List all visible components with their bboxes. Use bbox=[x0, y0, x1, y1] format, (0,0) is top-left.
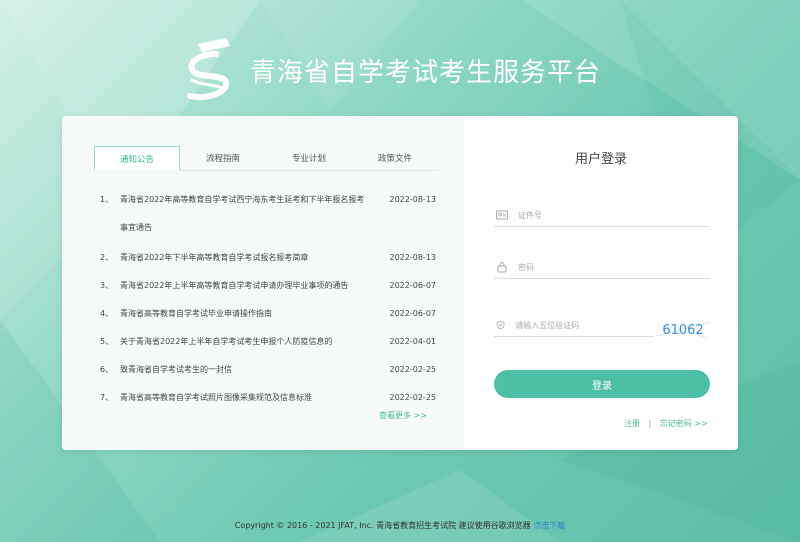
password-input[interactable] bbox=[516, 261, 700, 273]
item-date: 2022-08-13 bbox=[389, 195, 437, 204]
item-date: 2022-02-25 bbox=[389, 365, 437, 374]
id-card-icon bbox=[496, 210, 508, 220]
login-panel: 用户登录 证件号 请输入五位验证码 61062 登录 注册 | 忘记密码 >> bbox=[464, 116, 738, 450]
item-title[interactable]: 青海省高等教育自学考试毕业申请操作指南 bbox=[120, 300, 365, 328]
copyright-text: Copyright © 2016 - 2021 JFAT, Inc. 青海省教育… bbox=[234, 521, 531, 530]
main-card: 通知公告 流程指南 专业计划 政策文件 1、 青海省2022年高等教育自学考试西… bbox=[62, 116, 738, 450]
item-title[interactable]: 关于青海省2022年上半年自学考试考生申报个人防疫信息的 bbox=[120, 328, 365, 356]
account-links: 注册 | 忘记密码 >> bbox=[624, 418, 708, 429]
item-date: 2022-04-01 bbox=[389, 337, 437, 346]
register-link[interactable]: 注册 bbox=[624, 419, 640, 428]
site-header: 青海省自学考试考生服务平台 bbox=[180, 34, 601, 106]
item-title[interactable]: 青海省2022年下半年高等教育自学考试报名报考简章 bbox=[120, 244, 365, 272]
password-field bbox=[494, 256, 710, 279]
forgot-password-link[interactable]: 忘记密码 >> bbox=[660, 419, 708, 428]
lock-icon bbox=[497, 262, 507, 273]
notice-tabs: 通知公告 流程指南 专业计划 政策文件 bbox=[94, 146, 438, 171]
notice-panel: 通知公告 流程指南 专业计划 政策文件 1、 青海省2022年高等教育自学考试西… bbox=[62, 116, 464, 450]
footer: Copyright © 2016 - 2021 JFAT, Inc. 青海省教育… bbox=[0, 520, 800, 531]
captcha-field bbox=[494, 314, 654, 337]
shield-icon bbox=[496, 320, 505, 330]
item-number: 3、 bbox=[100, 281, 114, 290]
item-date: 2022-02-25 bbox=[389, 393, 437, 402]
id-number-field bbox=[494, 204, 710, 227]
item-title[interactable]: 青海省高等教育自学考试照片图像采集规范及信息标准 bbox=[120, 384, 365, 412]
item-title[interactable]: 青海省2022年上半年高等教育自学考试申请办理毕业事项的通告 bbox=[120, 272, 365, 300]
tab-notice[interactable]: 通知公告 bbox=[94, 146, 180, 171]
captcha-image[interactable]: 61062 bbox=[654, 316, 712, 342]
item-date: 2022-06-07 bbox=[389, 309, 437, 318]
view-more-link[interactable]: 查看更多 >> bbox=[379, 410, 427, 421]
tab-process-guide[interactable]: 流程指南 bbox=[180, 146, 266, 170]
browser-download-link[interactable]: 点击下载 bbox=[533, 521, 565, 530]
login-title: 用户登录 bbox=[574, 152, 627, 167]
item-number: 4、 bbox=[100, 309, 114, 318]
id-number-input[interactable] bbox=[516, 209, 700, 221]
login-button[interactable]: 登录 bbox=[494, 370, 710, 398]
item-title[interactable]: 致青海省自学考试考生的一封信 bbox=[120, 356, 365, 384]
tab-major-plan[interactable]: 专业计划 bbox=[266, 146, 352, 170]
item-title[interactable]: 青海省2022年高等教育自学考试西宁海东考生延考和下半年报名报考事宜通告 bbox=[120, 186, 365, 242]
item-date: 2022-06-07 bbox=[389, 281, 437, 290]
captcha-input[interactable] bbox=[513, 319, 654, 331]
site-title: 青海省自学考试考生服务平台 bbox=[250, 57, 602, 88]
item-number: 2、 bbox=[100, 253, 114, 262]
logo-icon bbox=[187, 38, 230, 100]
item-number: 7、 bbox=[100, 393, 114, 402]
link-separator: | bbox=[648, 419, 652, 428]
item-number: 1、 bbox=[100, 195, 114, 204]
item-date: 2022-08-13 bbox=[389, 253, 437, 262]
item-number: 6、 bbox=[100, 365, 114, 374]
tab-policy-files[interactable]: 政策文件 bbox=[352, 146, 438, 170]
item-number: 5、 bbox=[100, 337, 114, 346]
captcha-text: 61062 bbox=[662, 323, 703, 338]
